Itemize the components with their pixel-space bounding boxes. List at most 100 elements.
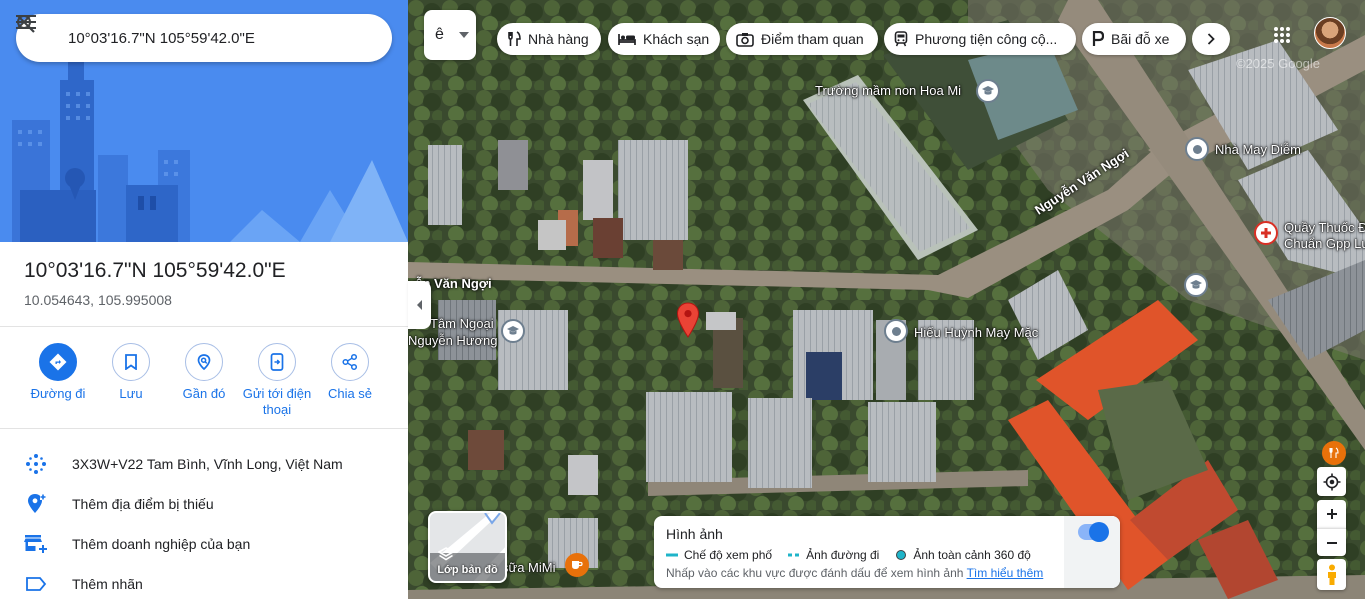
add-label-row[interactable]: Thêm nhãn [0, 564, 408, 599]
add-business-icon [24, 535, 47, 553]
google-apps-button[interactable] [1267, 20, 1297, 50]
my-location-icon [1323, 473, 1340, 490]
poi-label-school[interactable]: Trường mầm non Hoa Mi [815, 83, 961, 98]
search-input[interactable] [68, 29, 280, 47]
bookmark-icon [125, 354, 137, 370]
chip-attractions[interactable]: Điểm tham quan [726, 23, 878, 55]
plus-icon [1326, 509, 1337, 519]
learn-more-link[interactable]: Tìm hiểu thêm [967, 566, 1044, 580]
send-to-phone-circle [258, 343, 296, 381]
school-icon [1190, 280, 1202, 289]
nearby-button[interactable]: Gần đó [164, 343, 244, 402]
poi-label-milk[interactable]: sữa MiMi [502, 560, 555, 575]
directions-label: Đường đi [30, 386, 86, 401]
collapse-panel-button[interactable] [408, 281, 431, 329]
chip-restaurants[interactable]: Nhà hàng [497, 23, 601, 55]
tailor-poi-icon[interactable] [884, 319, 908, 343]
add-place-row[interactable]: Thêm địa điểm bị thiếu [0, 484, 408, 524]
directions-button[interactable]: Đường đi [18, 343, 98, 402]
toggle-knob [1089, 522, 1109, 542]
chip-transit[interactable]: Phương tiện công cộ... [884, 23, 1076, 55]
account-avatar[interactable] [1314, 17, 1346, 49]
imagery-panel: Hình ảnh Chế độ xem phố Ảnh đường đi Ảnh… [654, 516, 1120, 588]
chevron-right-icon [1207, 33, 1215, 45]
zoom-out-button[interactable] [1317, 528, 1346, 556]
dot-icon [896, 550, 907, 560]
my-location-button[interactable] [1317, 467, 1346, 496]
add-place-text: Thêm địa điểm bị thiếu [72, 496, 214, 512]
plus-code-row[interactable]: 3X3W+V22 Tam Bình, Vĩnh Long, Việt Nam [0, 444, 408, 484]
pharmacy-icon [1261, 228, 1271, 238]
imagery-toggle-area [1064, 516, 1120, 588]
school-icon [982, 86, 994, 95]
chip-transit-label: Phương tiện công cộ... [915, 31, 1058, 47]
language-select[interactable]: ê [424, 10, 476, 60]
layers-label: Lớp bản đồ [437, 564, 498, 576]
share-button[interactable]: Chia sẻ [310, 343, 390, 402]
chip-restaurants-label: Nhà hàng [528, 31, 589, 47]
legend-road-photos: Ảnh đường đi [788, 548, 879, 562]
chip-attractions-label: Điểm tham quan [761, 31, 864, 47]
layers-icon [438, 547, 454, 561]
chevron-down-icon [459, 32, 469, 38]
school-poi-icon-2[interactable] [1184, 273, 1208, 297]
legend-street-view: Chế độ xem phố [666, 548, 772, 562]
school-poi-icon[interactable] [976, 79, 1000, 103]
hero-illustration [0, 0, 408, 242]
dashed-line-icon [788, 553, 800, 557]
poi-label-nha-may-diem[interactable]: Nhà May Diễm [1215, 142, 1301, 157]
divider [0, 428, 408, 429]
place-coordinates: 10.054643, 105.995008 [24, 292, 172, 308]
poi-label-pharmacy-line2[interactable]: Chuẩn Gpp Lu [1284, 236, 1365, 251]
save-label: Lưu [119, 386, 143, 401]
share-circle [331, 343, 369, 381]
send-to-phone-button[interactable]: Gửi tới điện thoại [237, 343, 317, 418]
nearby-circle [185, 343, 223, 381]
transit-icon [894, 31, 908, 47]
save-button[interactable]: Lưu [91, 343, 171, 402]
add-business-row[interactable]: Thêm doanh nghiệp của bạn [0, 524, 408, 564]
chip-parking[interactable]: Bãi đỗ xe [1082, 23, 1186, 55]
place-panel: 10°03'16.7"N 105°59'42.0"E 10.054643, 10… [0, 0, 408, 599]
send-to-phone-label: Gửi tới điện thoại [242, 386, 312, 417]
add-business-text: Thêm doanh nghiệp của bạn [72, 536, 251, 552]
store-poi-icon[interactable] [1185, 137, 1209, 161]
language-select-value: ê [435, 26, 444, 43]
cafe-poi-icon[interactable] [565, 553, 589, 577]
nearby-label: Gần đó [182, 386, 226, 401]
imagery-hint: Nhấp vào các khu vực được đánh dấu để xe… [666, 566, 1043, 580]
apps-grid-icon [1274, 27, 1290, 43]
location-pin-icon[interactable] [676, 302, 700, 338]
chip-scroll-right-button[interactable] [1192, 23, 1230, 55]
legend-360-photos: Ảnh toàn cảnh 360 độ [895, 548, 1031, 562]
imagery-title: Hình ảnh [666, 526, 723, 542]
clear-search-button[interactable] [17, 14, 372, 62]
send-to-phone-icon [270, 353, 284, 371]
legend-360-photos-label: Ảnh toàn cảnh 360 độ [913, 548, 1031, 562]
chip-hotels[interactable]: Khách sạn [608, 23, 720, 55]
poi-label-pharmacy-line1[interactable]: Quầy Thuốc Đ [1284, 220, 1365, 235]
camera-icon [736, 32, 754, 47]
legend-road-photos-label: Ảnh đường đi [806, 548, 880, 562]
imagery-toggle[interactable] [1078, 522, 1109, 542]
food-poi-icon[interactable] [1322, 441, 1346, 465]
layers-button[interactable]: Lớp bản đồ [428, 511, 507, 583]
poi-label-tam-ngoai-line2[interactable]: Nguyễn Hương [408, 333, 498, 348]
directions-icon [49, 353, 67, 371]
close-icon [17, 15, 31, 29]
legend-street-view-label: Chế độ xem phố [684, 548, 773, 562]
action-buttons: Đường đi Lưu Gần đó Gửi tới điện thoại C… [0, 343, 408, 423]
plus-code-text: 3X3W+V22 Tam Bình, Vĩnh Long, Việt Nam [72, 456, 343, 472]
search-button[interactable] [17, 14, 326, 62]
search-box [16, 14, 392, 62]
poi-label-tam-ngoai-line1[interactable]: Tâm Ngoại [430, 316, 494, 331]
satellite-map[interactable]: Nguyễn Văn Ngợi yễn Văn Ngợi Trường mầm … [408, 0, 1365, 599]
imagery-legend: Chế độ xem phố Ảnh đường đi Ảnh toàn cản… [666, 548, 1031, 562]
pharmacy-poi-icon[interactable] [1254, 221, 1278, 245]
school-poi-icon-3[interactable] [501, 319, 525, 343]
chevron-left-icon [416, 300, 422, 310]
poi-label-tailor[interactable]: Hiếu Huỳnh May Mặc [914, 325, 1038, 340]
zoom-in-button[interactable] [1317, 500, 1346, 528]
street-view-pegman[interactable] [1317, 559, 1346, 590]
maps-app: 10°03'16.7"N 105°59'42.0"E 10.054643, 10… [0, 0, 1365, 599]
